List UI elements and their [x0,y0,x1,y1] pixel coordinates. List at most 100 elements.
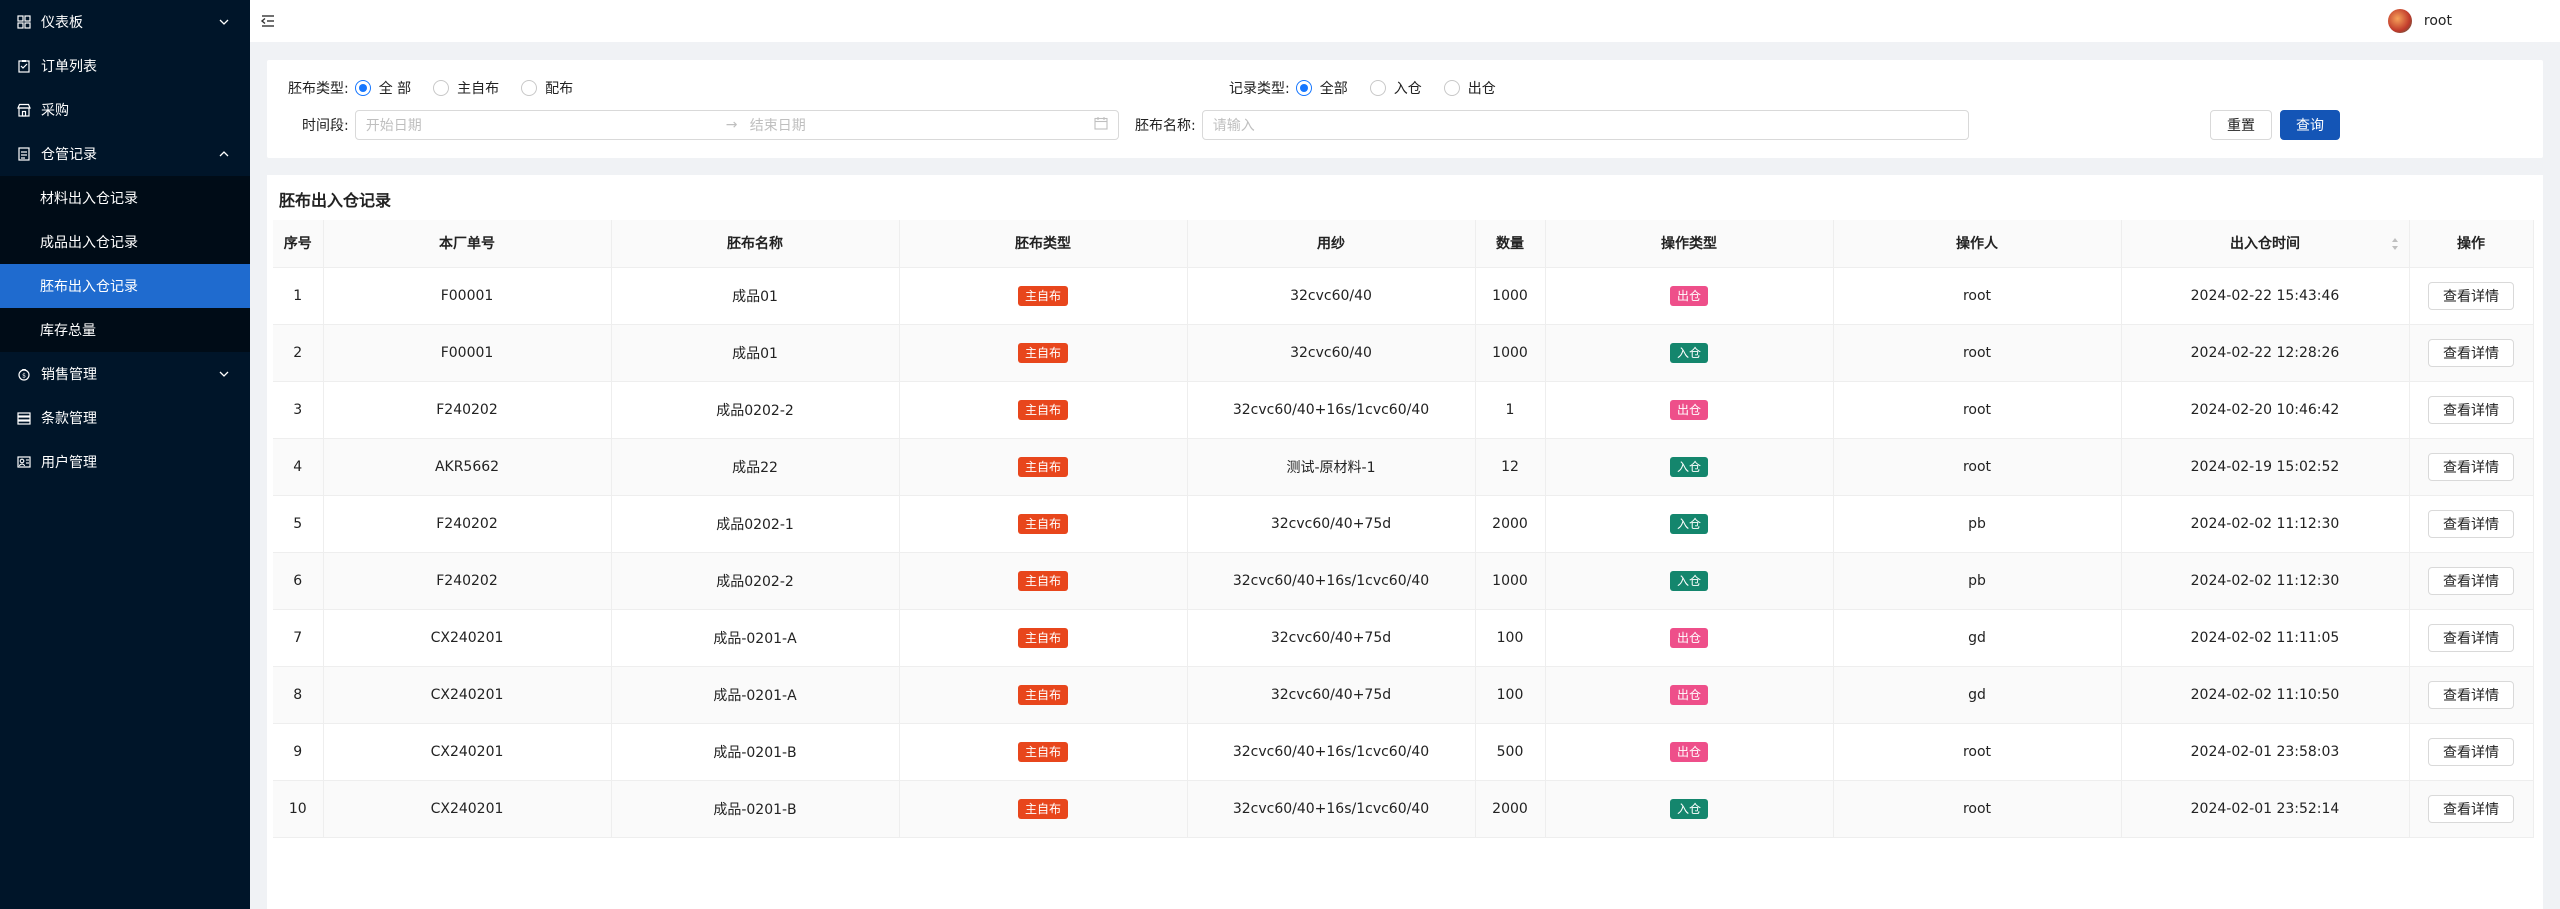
date-range-picker[interactable]: 开始日期 → 结束日期 [354,110,1119,140]
sidebar-subitem-stock-total[interactable]: 库存总量 [0,308,250,352]
cell-op-type: 入仓 [1545,552,1834,610]
cell-type: 主自布 [899,267,1188,325]
cell-action: 查看详情 [2409,780,2534,838]
record-type-radio-in[interactable]: 入仓 [1369,78,1422,98]
fabric-name-input[interactable]: 请输入 [1201,110,1969,140]
table-title: 胚布出入仓记录 [279,191,392,210]
table-row: 5 F240202 成品0202-1 主自布 32cvc60/40+75d 2000 入仓 p… [273,495,2534,553]
column-header-operator: 操作人 [1833,220,2122,268]
view-details-button[interactable]: 查看详情 [2428,509,2514,538]
table-row: 4 AKR5662 成品22 主自布 测试-原材料-1 12 入仓 root 2024-02-1… [273,438,2534,496]
fabric-type-filter: 胚布类型: 全 部 主自布 配布 [288,78,595,98]
cell-no: 9 [273,723,324,781]
fabric-type-radio-accessory[interactable]: 配布 [521,78,573,98]
sidebar-item-warehouse[interactable]: 仓管记录 [0,132,250,176]
sidebar-subitem-grey-fabric-records[interactable]: 胚布出入仓记录 [0,264,250,308]
view-details-button[interactable]: 查看详情 [2428,566,2514,595]
cell-yarn: 测试-原材料-1 [1187,438,1476,496]
column-header-order: 本厂单号 [323,220,612,268]
start-date-input[interactable]: 开始日期 [366,115,726,135]
cell-op-type: 出仓 [1545,381,1834,439]
calendar-icon [1094,116,1108,134]
sidebar-item-label: 条款管理 [41,411,97,427]
view-details-button[interactable]: 查看详情 [2428,338,2514,367]
sidebar-item-purchase[interactable]: 采购 [0,88,250,132]
radio-checked-icon [354,80,371,96]
fabric-type-radio-main[interactable]: 主自布 [433,78,499,98]
operation-type-tag: 入仓 [1669,456,1708,477]
sidebar-item-sales[interactable]: $ 销售管理 [0,352,250,396]
cell-op-type: 出仓 [1545,723,1834,781]
cell-time: 2024-02-22 12:28:26 [2121,324,2410,382]
cell-action: 查看详情 [2409,552,2534,610]
database-icon [16,410,32,426]
cell-time: 2024-02-01 23:52:14 [2121,780,2410,838]
cell-name: 成品-0201-B [611,780,900,838]
fabric-type-tag: 主自布 [1017,513,1068,534]
table-row: 1 F00001 成品01 主自布 32cvc60/40 1000 出仓 root 2024-0… [273,267,2534,325]
sidebar-item-label: 材料出入仓记录 [40,191,138,207]
cell-name: 成品01 [611,324,900,382]
cell-yarn: 32cvc60/40 [1187,267,1476,325]
query-button[interactable]: 查询 [2280,110,2340,140]
fabric-type-tag: 主自布 [1017,456,1068,477]
view-details-button[interactable]: 查看详情 [2428,737,2514,766]
sidebar-item-terms[interactable]: 条款管理 [0,396,250,440]
radio-icon [1369,80,1386,96]
end-date-input[interactable]: 结束日期 [750,115,1094,135]
radio-icon [521,80,538,96]
view-details-button[interactable]: 查看详情 [2428,794,2514,823]
sidebar-subitem-material-records[interactable]: 材料出入仓记录 [0,176,250,220]
fabric-type-label: 胚布类型: [288,81,349,97]
radio-label: 主自布 [457,81,500,97]
cell-action: 查看详情 [2409,609,2534,667]
cell-order: F240202 [323,495,612,553]
cell-operator: root [1833,267,2122,325]
view-details-button[interactable]: 查看详情 [2428,395,2514,424]
cell-yarn: 32cvc60/40+75d [1187,609,1476,667]
table-header-row: 序号 本厂单号 胚布名称 胚布类型 用纱 数量 操作类型 操作人 出入仓时间 操… [273,220,2534,268]
cell-op-type: 出仓 [1545,267,1834,325]
record-type-filter: 记录类型: 全部 入仓 出仓 [1229,78,1518,98]
filter-panel: 胚布类型: 全 部 主自布 配布 记录类型: 全部 入仓 出仓 时间段: 开始日… [267,60,2543,158]
cell-op-type: 入仓 [1545,780,1834,838]
cell-type: 主自布 [899,381,1188,439]
user-menu[interactable]: root [2387,9,2452,33]
table-row: 9 CX240201 成品-0201-B 主自布 32cvc60/40+16s/1cvc… [273,723,2534,781]
cell-action: 查看详情 [2409,666,2534,724]
cell-type: 主自布 [899,666,1188,724]
cell-action: 查看详情 [2409,324,2534,382]
fabric-name-placeholder: 请输入 [1212,118,1255,134]
operation-type-tag: 入仓 [1669,798,1708,819]
operation-type-tag: 入仓 [1669,342,1708,363]
cell-yarn: 32cvc60/40+16s/1cvc60/40 [1187,723,1476,781]
cell-name: 成品-0201-A [611,666,900,724]
cell-name: 成品-0201-B [611,723,900,781]
sidebar-item-users[interactable]: 用户管理 [0,440,250,484]
cell-type: 主自布 [899,438,1188,496]
fabric-type-radio-all[interactable]: 全 部 [354,78,411,98]
record-type-radio-all[interactable]: 全部 [1295,78,1348,98]
menu-fold-icon[interactable] [260,13,276,29]
cell-order: CX240201 [323,723,612,781]
sidebar-item-dashboard[interactable]: 仪表板 [0,0,250,44]
cell-order: F240202 [323,381,612,439]
sidebar-subitem-product-records[interactable]: 成品出入仓记录 [0,220,250,264]
cell-order: CX240201 [323,666,612,724]
sidebar-item-orders[interactable]: 订单列表 [0,44,250,88]
view-details-button[interactable]: 查看详情 [2428,281,2514,310]
cell-name: 成品0202-1 [611,495,900,553]
sort-icon[interactable] [2391,237,2399,251]
cell-qty: 2000 [1475,495,1546,553]
view-details-button[interactable]: 查看详情 [2428,452,2514,481]
dashboard-icon [16,14,32,30]
view-details-button[interactable]: 查看详情 [2428,680,2514,709]
column-header-time[interactable]: 出入仓时间 [2121,220,2410,268]
record-type-radio-out[interactable]: 出仓 [1443,78,1496,98]
cell-no: 7 [273,609,324,667]
chevron-up-icon [218,148,230,160]
reset-button[interactable]: 重置 [2210,110,2272,140]
view-details-button[interactable]: 查看详情 [2428,623,2514,652]
cell-yarn: 32cvc60/40+16s/1cvc60/40 [1187,780,1476,838]
record-type-label: 记录类型: [1229,81,1290,97]
